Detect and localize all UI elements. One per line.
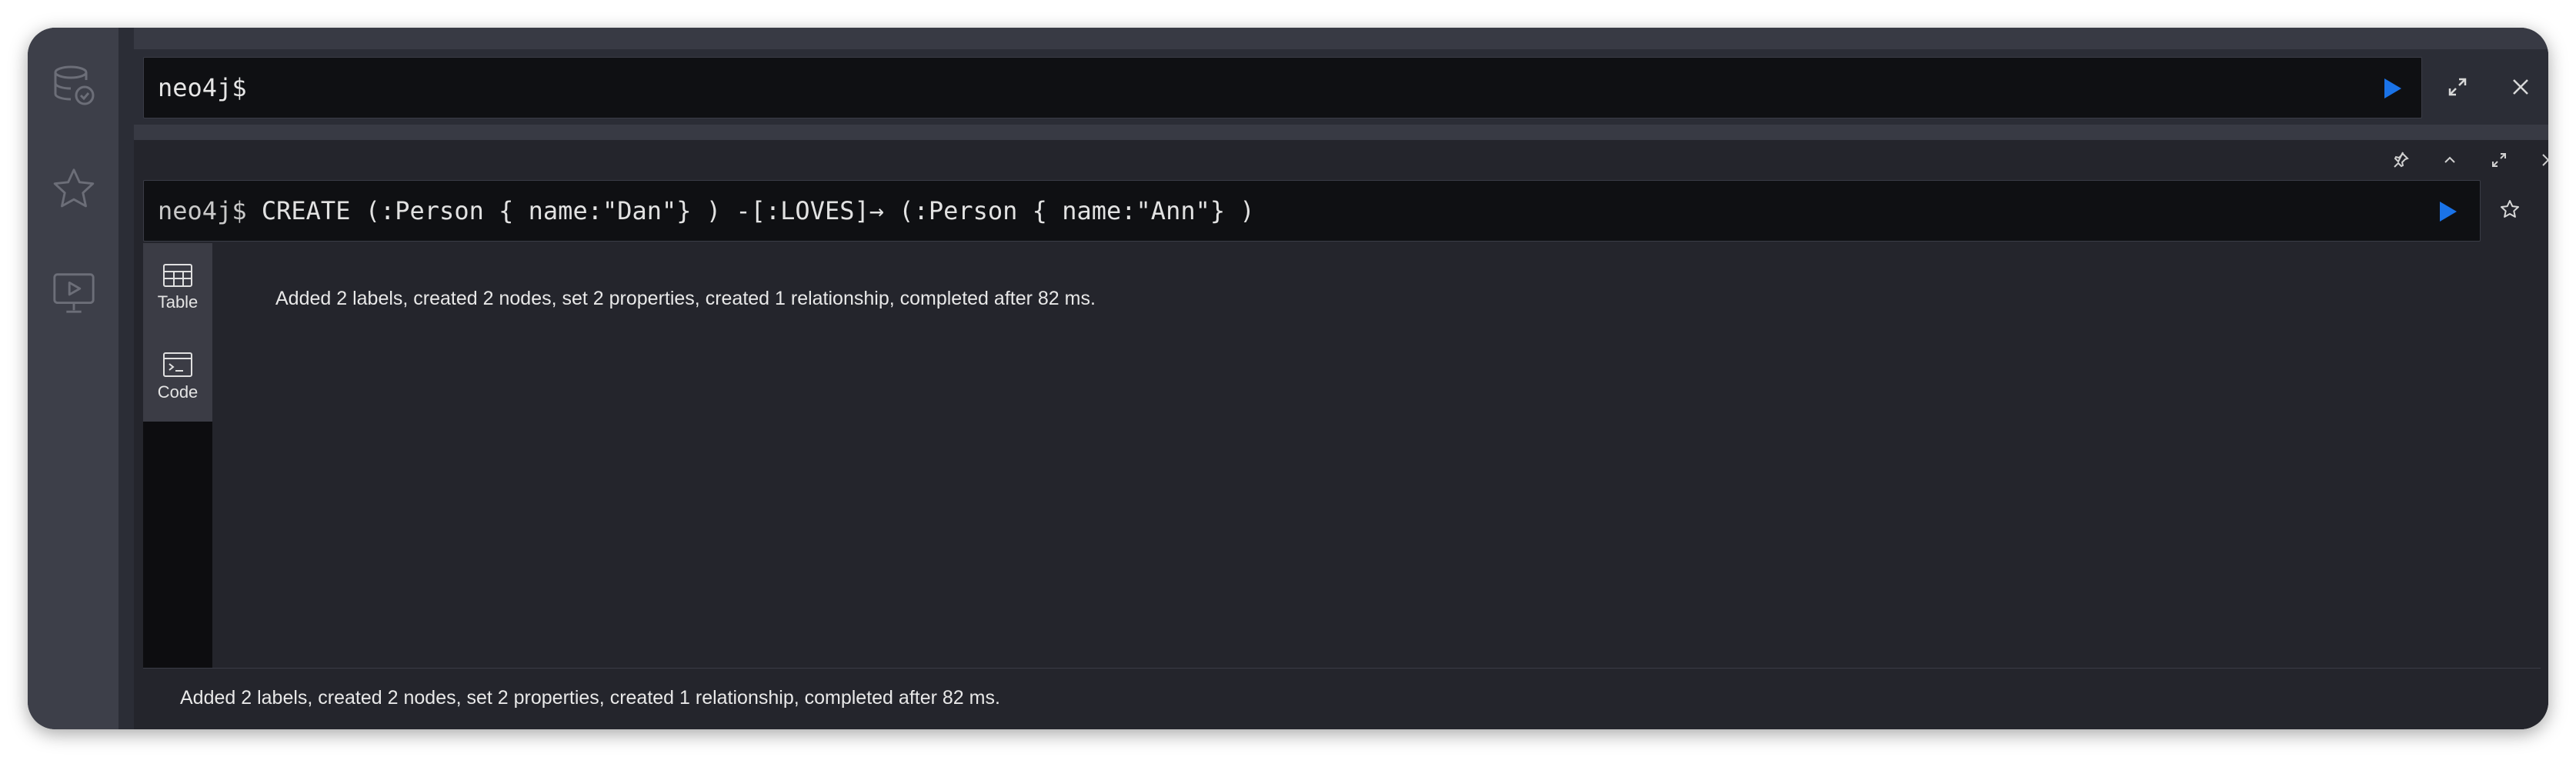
command-prompt: neo4j$: [158, 196, 247, 225]
app-window: neo4j$ neo4j$ CREATE (:Person {name:"Da…: [28, 28, 2548, 729]
pin-icon: [2394, 152, 2409, 168]
editor-bar: neo4j$: [134, 49, 2548, 125]
sidebar: [28, 28, 118, 729]
run-button[interactable]: [2378, 75, 2406, 102]
close-icon: [2542, 154, 2548, 166]
frame-status-bar: Added 2 labels, created 2 nodes, set 2 p…: [143, 668, 2541, 729]
result-frame: neo4j$ CREATE (:Person { name:"Dan"} ) -…: [134, 140, 2548, 729]
tab-code-label: Code: [157, 382, 199, 402]
tab-table-label: Table: [157, 292, 199, 312]
star-icon: [53, 168, 95, 208]
expand-icon: [2492, 153, 2506, 167]
sidebar-item-guides[interactable]: [38, 257, 109, 328]
tab-code[interactable]: Code: [143, 332, 212, 422]
database-icon: [54, 65, 95, 105]
tab-table[interactable]: Table: [143, 243, 212, 332]
main-area: neo4j$ neo4j$ CREATE (:Person {name:"Da…: [134, 28, 2548, 729]
status-message: Added 2 labels, created 2 nodes, set 2 p…: [180, 687, 1000, 709]
result-message: Added 2 labels, created 2 nodes, set 2 p…: [275, 288, 1096, 309]
sidebar-item-favorites[interactable]: [38, 154, 109, 225]
star-icon: [2501, 200, 2519, 218]
table-icon: [163, 264, 192, 287]
view-switcher: Table Code: [143, 243, 212, 668]
rerun-button[interactable]: [2434, 198, 2461, 225]
chevron-up-icon: [2444, 156, 2455, 163]
close-frame-button[interactable]: [2533, 145, 2548, 175]
favorite-button[interactable]: [2491, 191, 2528, 228]
frame-command[interactable]: neo4j$ CREATE (:Person { name:"Dan"} ) -…: [143, 180, 2481, 242]
expand-editor-button[interactable]: [2441, 70, 2474, 104]
close-icon: [2513, 79, 2528, 95]
monitor-play-icon: [53, 273, 95, 313]
query-editor[interactable]: neo4j$: [143, 57, 2422, 118]
clear-editor-button[interactable]: [2504, 70, 2538, 104]
code-icon: [163, 352, 192, 377]
command-text: CREATE (:Person { name:"Dan"} ) -[:LOVES…: [261, 196, 1255, 225]
editor-prompt: neo4j$: [158, 73, 247, 102]
fullscreen-frame-button[interactable]: [2484, 145, 2514, 175]
expand-icon: [2448, 78, 2467, 96]
pin-frame-button[interactable]: [2385, 145, 2416, 175]
sidebar-item-database[interactable]: [38, 51, 109, 122]
collapse-frame-button[interactable]: [2434, 145, 2465, 175]
